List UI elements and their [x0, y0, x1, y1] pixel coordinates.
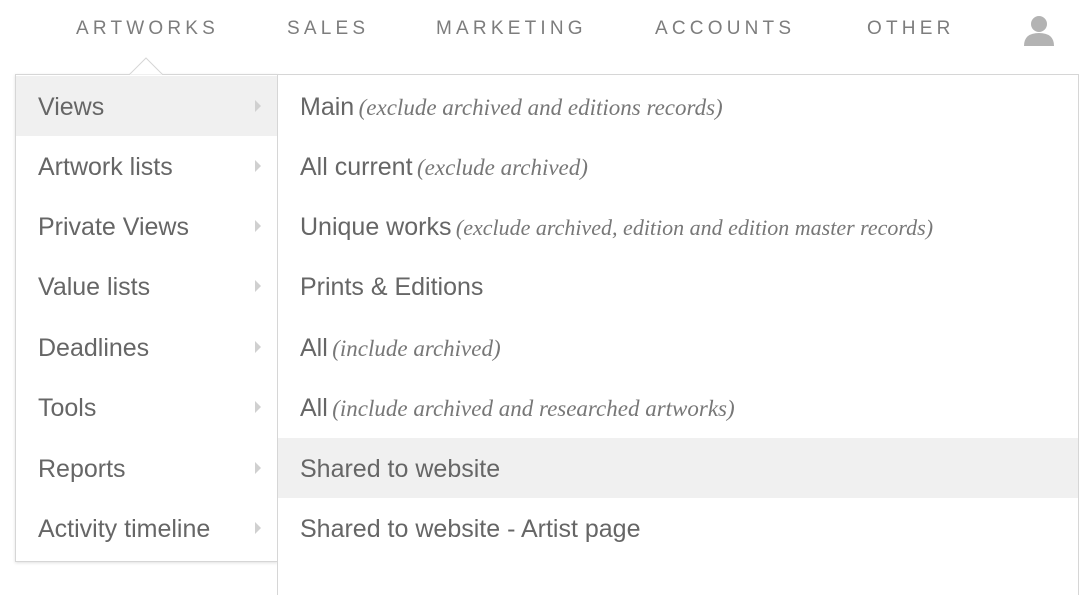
- submenu-item-note: (include archived): [332, 336, 501, 361]
- chevron-right-icon: [255, 341, 261, 353]
- menu-item-label: Activity timeline: [38, 515, 211, 543]
- submenu-item-label: All current: [300, 153, 413, 181]
- menu-pointer-caret: [129, 57, 163, 75]
- submenu-item-label: All: [300, 394, 328, 422]
- menu-item-private-views[interactable]: Private Views: [16, 196, 278, 256]
- chevron-right-icon: [255, 522, 261, 534]
- submenu-item-note: (include archived and researched artwork…: [332, 396, 735, 421]
- submenu-item-label: Unique works: [300, 213, 452, 241]
- submenu-item-all-current[interactable]: All current (exclude archived): [278, 136, 1078, 196]
- user-icon[interactable]: [1022, 13, 1056, 47]
- chevron-right-icon: [255, 462, 261, 474]
- menu-item-label: Private Views: [38, 213, 189, 241]
- top-navigation: ARTWORKS SALES MARKETING ACCOUNTS OTHER: [0, 0, 1084, 62]
- submenu-item-shared-to-website[interactable]: Shared to website: [278, 438, 1078, 498]
- chevron-right-icon: [255, 220, 261, 232]
- submenu-item-note: (exclude archived, edition and edition m…: [455, 215, 934, 240]
- menu-item-value-lists[interactable]: Value lists: [16, 256, 278, 316]
- submenu-item-label: All: [300, 334, 328, 362]
- menu-item-reports[interactable]: Reports: [16, 438, 278, 498]
- submenu-item-all-include-archived[interactable]: All (include archived): [278, 317, 1078, 377]
- menu-item-tools[interactable]: Tools: [16, 377, 278, 437]
- submenu-item-note: (exclude archived and editions records): [358, 95, 723, 120]
- menu-item-label: Value lists: [38, 273, 151, 301]
- nav-marketing[interactable]: MARKETING: [436, 18, 587, 40]
- chevron-right-icon: [255, 401, 261, 413]
- menu-item-label: Reports: [38, 455, 126, 483]
- submenu-item-label: Shared to website: [300, 455, 501, 483]
- submenu-item-label: Prints & Editions: [300, 273, 484, 301]
- menu-item-label: Deadlines: [38, 334, 150, 362]
- menu-item-activity-timeline[interactable]: Activity timeline: [16, 498, 278, 558]
- menu-item-label: Tools: [38, 394, 97, 422]
- nav-accounts[interactable]: ACCOUNTS: [655, 18, 795, 40]
- submenu-item-shared-artist-page[interactable]: Shared to website - Artist page: [278, 498, 1078, 558]
- menu-item-label: Views: [38, 93, 105, 121]
- chevron-right-icon: [255, 160, 261, 172]
- chevron-right-icon: [255, 100, 261, 112]
- submenu-item-main[interactable]: Main (exclude archived and editions reco…: [278, 76, 1078, 136]
- menu-item-views[interactable]: Views: [16, 76, 278, 136]
- submenu-item-label: Shared to website - Artist page: [300, 515, 641, 543]
- submenu-item-label: Main: [300, 93, 355, 121]
- menu-item-label: Artwork lists: [38, 153, 173, 181]
- submenu-item-prints-editions[interactable]: Prints & Editions: [278, 256, 1078, 316]
- menu-item-deadlines[interactable]: Deadlines: [16, 317, 278, 377]
- nav-other[interactable]: OTHER: [867, 18, 955, 40]
- category-menu: Views Artwork lists Private Views Value …: [15, 74, 278, 562]
- nav-artworks[interactable]: ARTWORKS: [76, 18, 219, 40]
- views-submenu: Main (exclude archived and editions reco…: [277, 74, 1079, 595]
- submenu-item-all-include-researched[interactable]: All (include archived and researched art…: [278, 377, 1078, 437]
- chevron-right-icon: [255, 280, 261, 292]
- menu-item-artwork-lists[interactable]: Artwork lists: [16, 136, 278, 196]
- nav-sales[interactable]: SALES: [287, 18, 369, 40]
- submenu-item-unique-works[interactable]: Unique works (exclude archived, edition …: [278, 196, 1078, 256]
- submenu-item-note: (exclude archived): [417, 155, 588, 180]
